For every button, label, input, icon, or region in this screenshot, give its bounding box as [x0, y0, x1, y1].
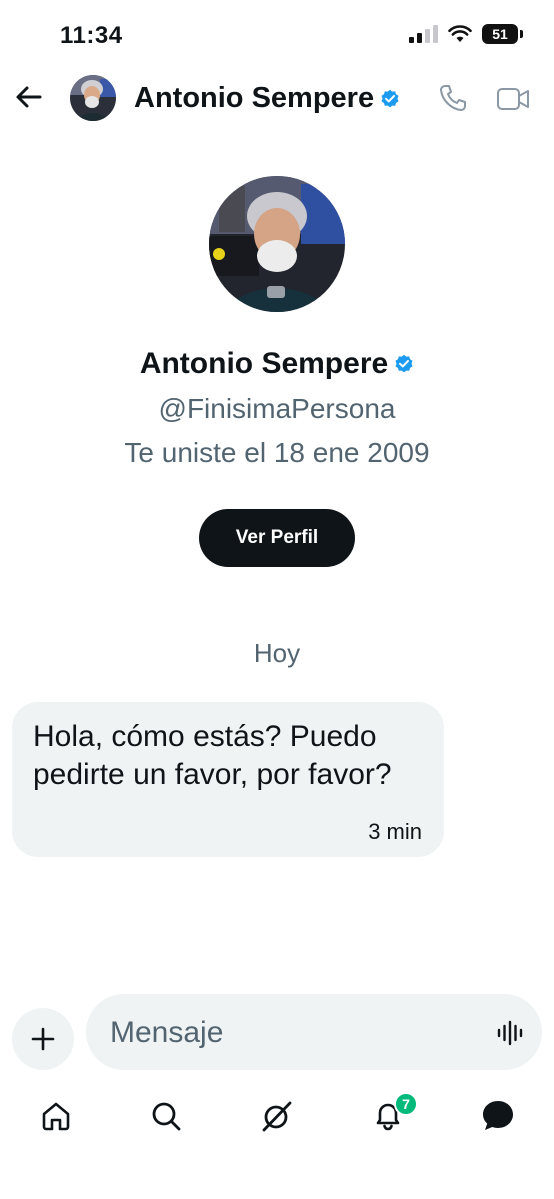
nav-search[interactable]: [146, 1096, 186, 1136]
nav-messages[interactable]: [478, 1096, 518, 1136]
add-attachment-button[interactable]: [12, 1008, 74, 1070]
voice-waveform-icon: [497, 1020, 523, 1046]
video-camera-icon: [497, 88, 529, 110]
home-icon: [42, 1102, 70, 1131]
call-button[interactable]: [438, 83, 468, 113]
search-icon: [152, 1102, 181, 1131]
voice-message-button[interactable]: [496, 1019, 524, 1047]
profile-handle: @FinisimaPersona: [158, 393, 396, 424]
profile-name-text: Antonio Sempere: [139, 347, 389, 380]
view-profile-button[interactable]: Ver Perfil: [199, 509, 355, 567]
profile-avatar[interactable]: [209, 176, 345, 312]
video-call-button[interactable]: [496, 85, 530, 113]
wifi-icon: [448, 25, 472, 42]
status-icons: 51: [409, 24, 523, 44]
nav-grok[interactable]: [257, 1096, 297, 1136]
message-text: Hola, cómo estás? Puedo pedirte un favor…: [33, 720, 392, 791]
header-name-text: Antonio Sempere: [134, 82, 375, 114]
message-input[interactable]: [108, 1010, 482, 1056]
cellular-signal-icon: [409, 25, 438, 43]
plus-icon: [31, 1027, 55, 1051]
notifications-badge: 7: [394, 1092, 418, 1116]
profile-name: Antonio Sempere: [0, 347, 554, 381]
grok-icon: [262, 1101, 292, 1132]
verified-badge-icon: [381, 89, 399, 107]
status-time: 11:34: [60, 22, 123, 49]
header-avatar[interactable]: [70, 75, 116, 121]
message-bubble[interactable]: Hola, cómo estás? Puedo pedirte un favor…: [12, 702, 444, 857]
verified-badge-icon: [395, 354, 413, 373]
message-timestamp: 3 min: [368, 819, 422, 844]
messages-icon: [483, 1101, 513, 1130]
phone-icon: [440, 85, 466, 111]
profile-joined-date: Te uniste el 18 ene 2009: [124, 437, 430, 468]
back-button[interactable]: [14, 82, 44, 112]
arrow-left-icon: [16, 86, 42, 108]
nav-home[interactable]: [36, 1096, 76, 1136]
battery-level: 51: [492, 26, 508, 42]
day-separator: Hoy: [253, 638, 301, 668]
header-title[interactable]: Antonio Sempere: [134, 82, 400, 115]
battery-icon: 51: [482, 24, 523, 44]
message-composer[interactable]: [86, 994, 542, 1070]
